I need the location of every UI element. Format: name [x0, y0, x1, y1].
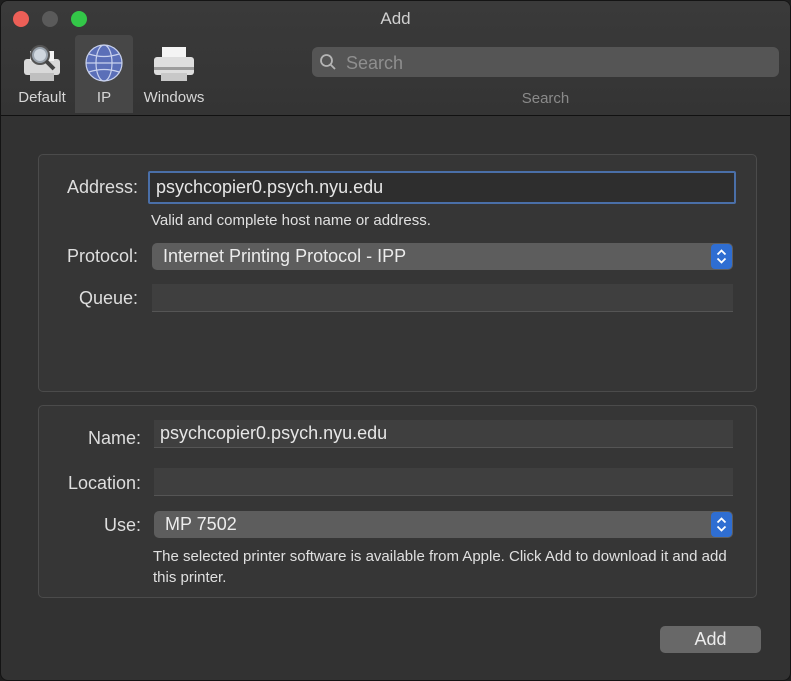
queue-field[interactable]: [152, 284, 733, 312]
address-field[interactable]: [148, 171, 736, 204]
address-label: Address:: [66, 177, 138, 197]
printer-software-note: The selected printer software is availab…: [153, 548, 727, 586]
search-field[interactable]: [312, 47, 779, 79]
location-label: Location:: [67, 473, 141, 493]
toolbar-item-label: Windows: [143, 89, 205, 106]
popup-stepper: [711, 512, 732, 537]
search-input[interactable]: [344, 47, 768, 79]
location-field[interactable]: [154, 468, 733, 496]
window-title: Add: [380, 9, 411, 28]
chevron-up-down-icon: [716, 517, 727, 532]
address-hint: Valid and complete host name or address.: [151, 212, 431, 229]
protocol-popup[interactable]: Internet Printing Protocol - IPP: [152, 243, 733, 270]
use-value: MP 7502: [165, 514, 237, 534]
toolbar-item-default[interactable]: Default: [9, 35, 75, 113]
add-printer-window: Add Default IP Windows Search Search Add…: [0, 0, 791, 681]
toolbar: Add Default IP Windows Search Search: [1, 1, 790, 116]
protocol-label: Protocol:: [66, 246, 138, 266]
use-label: Use:: [103, 515, 141, 535]
printer-icon: [154, 47, 194, 81]
toolbar-item-ip[interactable]: IP: [75, 35, 133, 113]
name-field[interactable]: [154, 420, 733, 448]
globe-icon: [85, 44, 123, 82]
toolbar-item-windows[interactable]: Windows: [137, 35, 211, 113]
queue-label: Queue:: [78, 288, 138, 308]
use-popup[interactable]: MP 7502: [154, 511, 733, 538]
add-button[interactable]: Add: [660, 626, 761, 653]
toolbar-item-label: IP: [96, 89, 112, 106]
search-caption: Search: [521, 90, 570, 107]
toolbar-item-label: Default: [18, 89, 66, 106]
popup-stepper: [711, 244, 732, 269]
printer-magnifier-icon: [24, 45, 60, 81]
search-icon: [320, 54, 336, 70]
protocol-value: Internet Printing Protocol - IPP: [163, 246, 407, 266]
name-label: Name:: [87, 428, 141, 448]
chevron-up-down-icon: [716, 249, 727, 264]
